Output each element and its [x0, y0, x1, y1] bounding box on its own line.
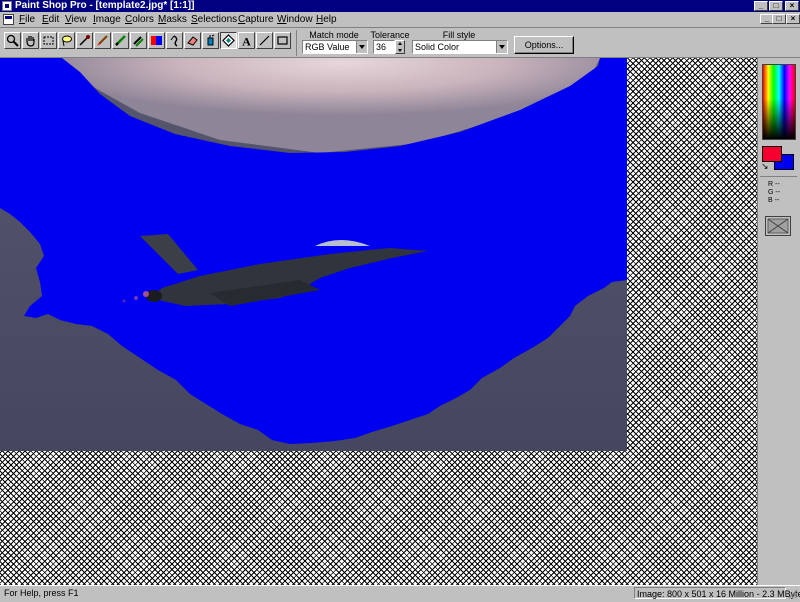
- swap-colors-icon[interactable]: ↘: [761, 162, 769, 171]
- rectangle-select-icon: [43, 36, 54, 45]
- close-icon: [767, 218, 789, 234]
- status-bar: For Help, press F1 Image: 800 x 501 x 16…: [0, 585, 800, 600]
- chevron-down-icon[interactable]: [356, 41, 367, 53]
- lasso-icon: [62, 35, 72, 47]
- color-palette: ↘ R -- G -- B --: [757, 58, 800, 585]
- line-icon: [259, 35, 270, 46]
- doc-close-button[interactable]: ×: [786, 14, 800, 24]
- fill-style-label: Fill style: [442, 30, 476, 40]
- flood-fill-icon: [222, 34, 235, 47]
- maximize-button[interactable]: □: [769, 1, 783, 11]
- pattern-swatch[interactable]: [765, 216, 791, 236]
- retouch-icon: [170, 35, 178, 47]
- minimize-button[interactable]: _: [754, 1, 768, 11]
- menu-file[interactable]: File: [19, 13, 35, 27]
- image-canvas[interactable]: [0, 58, 627, 451]
- clone-brush-tool[interactable]: [130, 32, 147, 49]
- resize-grip-icon[interactable]: [788, 589, 798, 599]
- color-replacer-icon: [151, 36, 162, 45]
- pencil-tool[interactable]: [112, 32, 129, 49]
- match-mode-value: RGB Value: [305, 42, 350, 52]
- menu-image[interactable]: Image: [93, 13, 121, 27]
- airbrush-icon: [207, 34, 215, 46]
- rectangle-select-tool[interactable]: [40, 32, 57, 49]
- tolerance-input[interactable]: 36: [373, 40, 395, 54]
- status-image-info: Image: 800 x 501 x 16 Million - 2.3 MByt…: [634, 587, 800, 599]
- red-readout: R --: [768, 181, 780, 188]
- fill-style-value: Solid Color: [415, 42, 460, 52]
- retouch-tool[interactable]: [166, 32, 183, 49]
- svg-text:A: A: [242, 35, 251, 48]
- menu-colors[interactable]: Colors: [125, 13, 154, 27]
- menu-help[interactable]: Help: [316, 13, 337, 27]
- menu-window[interactable]: Window: [277, 13, 313, 27]
- document-icon[interactable]: [3, 14, 14, 25]
- eraser-icon: [187, 36, 198, 46]
- pencil-icon: [115, 35, 126, 46]
- shape-tool[interactable]: [274, 32, 291, 49]
- color-replacer-tool[interactable]: [148, 32, 165, 49]
- chevron-down-icon[interactable]: [496, 41, 507, 53]
- match-mode-select[interactable]: RGB Value: [302, 40, 368, 54]
- paintbrush-icon: [97, 35, 108, 46]
- app-icon[interactable]: [2, 1, 12, 11]
- color-picker[interactable]: [762, 64, 796, 140]
- shape-icon: [277, 36, 288, 45]
- zoom-tool[interactable]: [4, 32, 21, 49]
- canvas-workspace[interactable]: [0, 58, 757, 585]
- tolerance-label: Tolerance: [370, 30, 410, 40]
- menu-bar: File Edit View Image Colors Masks Select…: [0, 12, 800, 28]
- flood-fill-tool[interactable]: [220, 32, 237, 49]
- eyedropper-tool[interactable]: [76, 32, 93, 49]
- blue-readout: B --: [768, 197, 780, 204]
- toolbar-divider: [296, 30, 297, 56]
- eyedropper-icon: [79, 35, 90, 46]
- text-tool[interactable]: A: [238, 32, 255, 49]
- menu-masks[interactable]: Masks: [158, 13, 187, 27]
- menu-edit[interactable]: Edit: [42, 13, 59, 27]
- green-readout: G --: [768, 189, 781, 196]
- palette-divider: [760, 176, 797, 177]
- clone-brush-icon: [133, 36, 144, 47]
- menu-selections[interactable]: Selections: [191, 13, 237, 27]
- text-icon: A: [242, 35, 251, 48]
- zoom-icon: [6, 34, 19, 47]
- doc-restore-button[interactable]: □: [772, 14, 786, 24]
- foreground-color-swatch[interactable]: [762, 146, 782, 162]
- menu-view[interactable]: View: [65, 13, 87, 27]
- match-mode-label: Match mode: [309, 30, 359, 40]
- hand-icon: [26, 36, 35, 47]
- menu-capture[interactable]: Capture: [238, 13, 274, 27]
- window-title: Paint Shop Pro - [template2.jpg* [1:1]]: [15, 0, 195, 11]
- eraser-tool[interactable]: [184, 32, 201, 49]
- paintbrush-tool[interactable]: [94, 32, 111, 49]
- close-button[interactable]: ×: [785, 1, 799, 11]
- tolerance-spinner[interactable]: [395, 40, 405, 54]
- status-help-text: For Help, press F1: [4, 588, 79, 598]
- toolbar: A Match mode RGB Value Tolerance 36 Fill…: [0, 28, 800, 58]
- hand-tool[interactable]: [22, 32, 39, 49]
- options-button[interactable]: Options...: [514, 36, 574, 54]
- title-bar: Paint Shop Pro - [template2.jpg* [1:1]] …: [0, 0, 800, 12]
- lasso-tool[interactable]: [58, 32, 75, 49]
- fill-style-select[interactable]: Solid Color: [412, 40, 508, 54]
- airbrush-tool[interactable]: [202, 32, 219, 49]
- line-tool[interactable]: [256, 32, 273, 49]
